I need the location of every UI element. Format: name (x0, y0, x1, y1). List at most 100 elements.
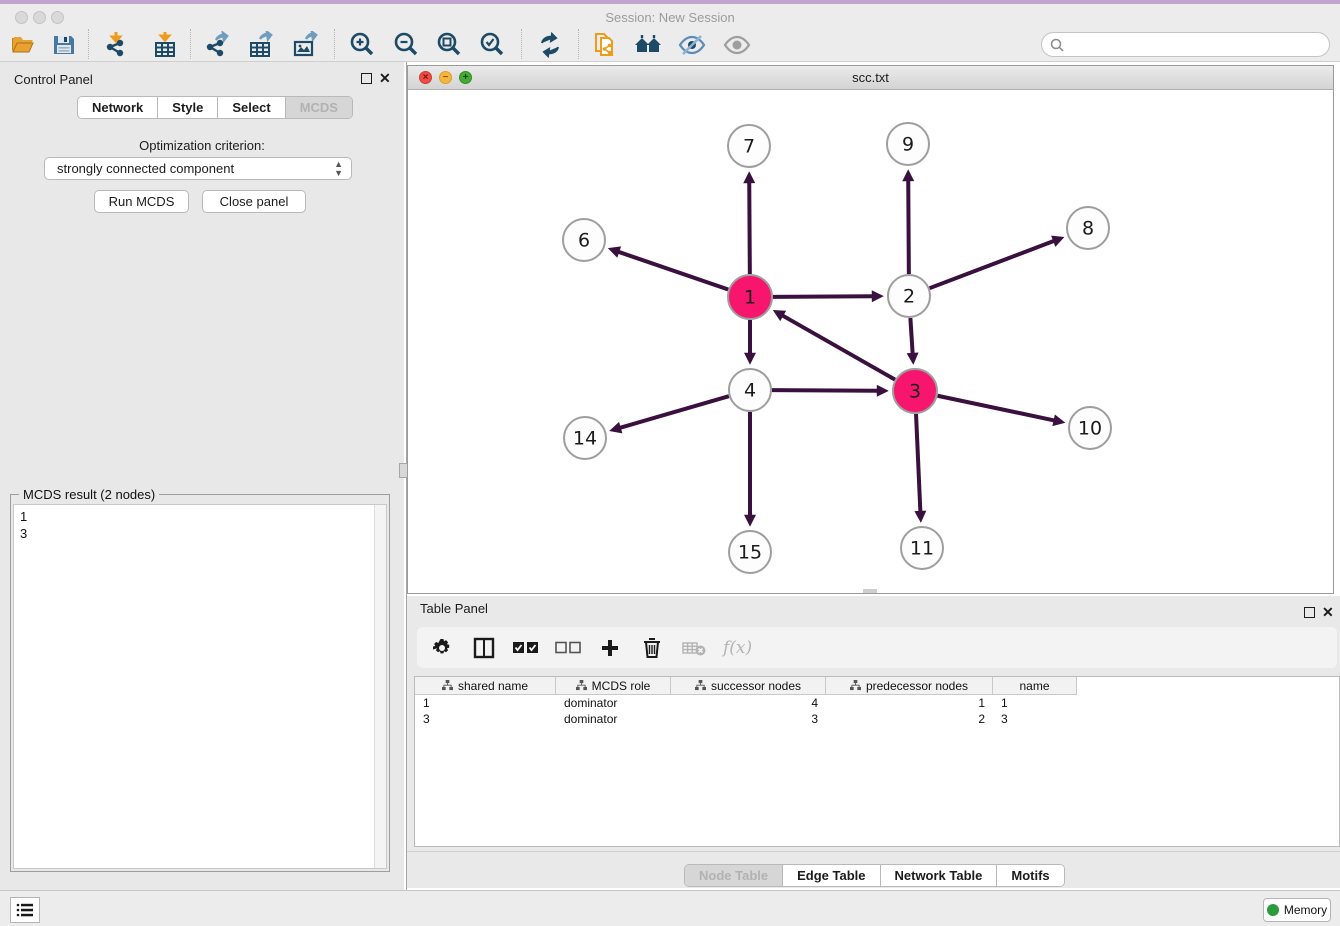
result-scrollbar[interactable] (374, 505, 386, 868)
tab-network[interactable]: Network (78, 97, 158, 118)
graph-edge-3-10[interactable] (938, 396, 1055, 421)
network-window-titlebar[interactable]: × − + scc.txt (408, 66, 1333, 90)
svg-text:3: 3 (909, 381, 921, 403)
table-cell: dominator (556, 711, 671, 727)
graph-edge-3-1[interactable] (782, 315, 895, 379)
table-cell: dominator (556, 695, 671, 711)
main-toolbar (0, 28, 1340, 62)
graph-node-4[interactable]: 4 (729, 369, 771, 411)
table-cell: 4 (671, 695, 826, 711)
tab-edge-table[interactable]: Edge Table (783, 865, 880, 886)
graph-edge-2-3[interactable] (910, 318, 912, 354)
close-panel-button[interactable]: Close panel (202, 190, 306, 213)
mcds-result-title: MCDS result (2 nodes) (19, 487, 159, 502)
search-box (1041, 32, 1330, 57)
float-table-panel-icon[interactable] (1304, 607, 1315, 618)
graph-edge-4-14[interactable] (620, 396, 729, 428)
graph-node-11[interactable]: 11 (901, 527, 943, 569)
graph-node-3[interactable]: 3 (893, 369, 937, 413)
open-network-file-icon[interactable] (590, 30, 620, 60)
table-toolbar: f(x) (417, 627, 1337, 668)
graph-edge-4-3[interactable] (772, 390, 878, 391)
select-all-columns-icon[interactable] (513, 635, 539, 661)
run-mcds-button[interactable]: Run MCDS (94, 190, 189, 213)
close-panel-icon[interactable]: ✕ (379, 71, 391, 85)
close-table-panel-icon[interactable]: ✕ (1322, 605, 1334, 619)
export-table-icon[interactable] (246, 30, 276, 60)
column-header-MCDS-role[interactable]: MCDS role (556, 677, 671, 695)
graph-edge-1-6[interactable] (618, 252, 728, 290)
search-input[interactable] (1069, 37, 1329, 52)
add-column-icon[interactable] (597, 635, 623, 661)
import-table-icon[interactable] (150, 30, 180, 60)
export-network-icon[interactable] (203, 30, 233, 60)
unselect-all-columns-icon[interactable] (555, 635, 581, 661)
show-eye-icon[interactable] (722, 30, 752, 60)
graph-edge-1-2[interactable] (773, 296, 873, 297)
delete-column-icon[interactable] (639, 635, 665, 661)
network-view-window: × − + scc.txt 7 9 6 8 1 2 4 3 14 10 15 11 (407, 65, 1334, 594)
zoom-in-icon[interactable] (347, 30, 377, 60)
table-row[interactable]: 3dominator323 (415, 711, 1077, 727)
column-header-predecessor-nodes[interactable]: predecessor nodes (826, 677, 993, 695)
tab-motifs[interactable]: Motifs (997, 865, 1063, 886)
table-cell: 2 (826, 711, 993, 727)
sort-icon (850, 680, 861, 691)
float-panel-icon[interactable] (361, 73, 372, 84)
zoom-fit-icon[interactable] (434, 30, 464, 60)
graph-edge-2-8[interactable] (930, 241, 1055, 288)
hide-eye-icon[interactable] (677, 30, 707, 60)
show-columns-icon[interactable] (471, 635, 497, 661)
graph-node-15[interactable]: 15 (729, 531, 771, 573)
control-panel-title: Control Panel (14, 72, 93, 87)
graph-node-10[interactable]: 10 (1069, 407, 1111, 449)
frame-resize-grip[interactable] (863, 589, 877, 593)
tab-select[interactable]: Select (218, 97, 285, 118)
svg-text:4: 4 (744, 380, 756, 402)
chevron-up-down-icon: ▲▼ (334, 160, 343, 178)
save-session-icon[interactable] (49, 30, 79, 60)
column-header-shared-name[interactable]: shared name (415, 677, 556, 695)
graph-node-14[interactable]: 14 (564, 417, 606, 459)
table-cell: 1 (826, 695, 993, 711)
graph-edge-3-11[interactable] (916, 414, 920, 512)
zoom-out-icon[interactable] (391, 30, 421, 60)
graph-node-1[interactable]: 1 (728, 275, 772, 319)
graph-node-7[interactable]: 7 (728, 125, 770, 167)
import-network-icon[interactable] (103, 30, 133, 60)
svg-text:15: 15 (738, 542, 762, 564)
memory-label: Memory (1284, 903, 1327, 917)
sort-icon (442, 680, 453, 691)
task-history-button[interactable] (10, 897, 40, 923)
svg-text:14: 14 (573, 428, 597, 450)
criterion-dropdown[interactable]: strongly connected component ▲▼ (44, 157, 352, 180)
tab-mcds[interactable]: MCDS (286, 97, 352, 118)
table-row[interactable]: 1dominator411 (415, 695, 1077, 711)
tab-network-table[interactable]: Network Table (881, 865, 998, 886)
toolbar-separator (578, 29, 579, 59)
apply-layout-icon[interactable] (535, 30, 565, 60)
tab-style[interactable]: Style (158, 97, 218, 118)
home-icon[interactable] (633, 30, 663, 60)
sort-icon (576, 680, 587, 691)
network-canvas[interactable]: 7 9 6 8 1 2 4 3 14 10 15 11 (408, 90, 1333, 593)
table-panel-title: Table Panel (420, 601, 488, 616)
graph-edge-2-9[interactable] (908, 180, 909, 274)
svg-text:9: 9 (902, 134, 914, 156)
graph-node-6[interactable]: 6 (563, 219, 605, 261)
memory-button[interactable]: Memory (1263, 898, 1331, 922)
graph-node-9[interactable]: 9 (887, 123, 929, 165)
column-header-successor-nodes[interactable]: successor nodes (671, 677, 826, 695)
svg-text:2: 2 (903, 286, 915, 308)
network-window-title: scc.txt (408, 70, 1333, 85)
open-session-icon[interactable] (8, 30, 38, 60)
graph-node-8[interactable]: 8 (1067, 207, 1109, 249)
graph-edge-1-7[interactable] (749, 182, 750, 274)
graph-node-2[interactable]: 2 (888, 275, 930, 317)
export-image-icon[interactable] (290, 30, 320, 60)
column-header-name[interactable]: name (993, 677, 1077, 695)
zoom-selected-icon[interactable] (477, 30, 507, 60)
table-settings-gear-icon[interactable] (429, 635, 455, 661)
tab-node-table[interactable]: Node Table (685, 865, 783, 886)
mcds-result-textarea[interactable]: 1 3 (13, 504, 387, 869)
